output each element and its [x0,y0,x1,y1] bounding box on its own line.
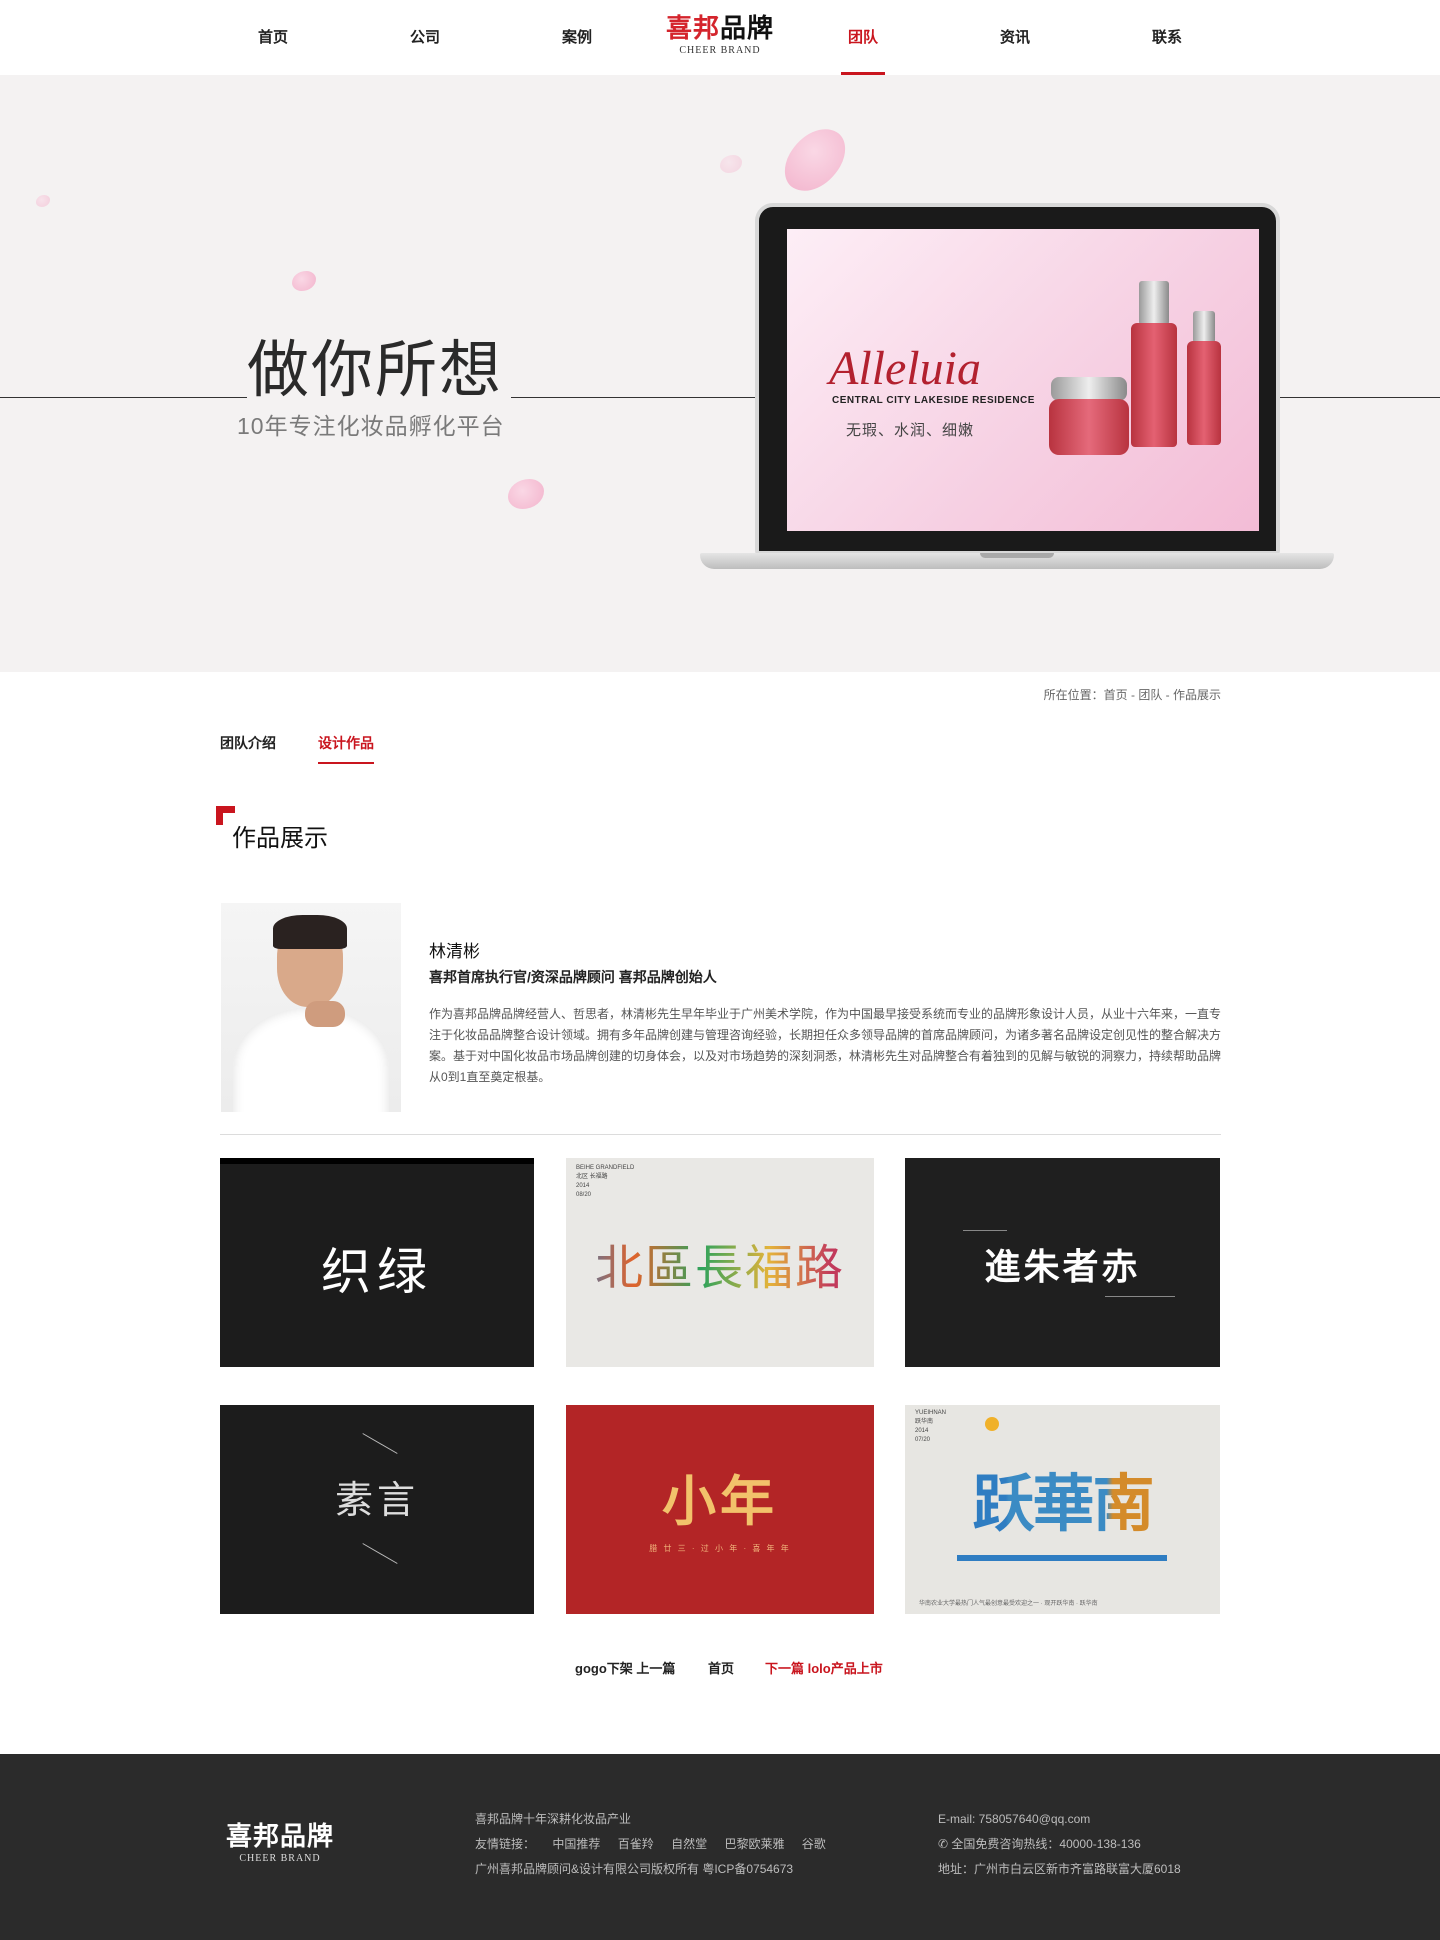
friend-links-label: 友情链接： [475,1837,536,1851]
laptop-notch-graphic [980,553,1054,558]
bottle-graphic [1187,341,1221,445]
petal-graphic [36,195,50,207]
section-divider [220,1134,1221,1135]
footer-hotline-text: 全国免费咨询热线：40000-138-136 [951,1837,1141,1851]
profile-name: 林清彬 [429,942,480,961]
friend-link[interactable]: 自然堂 [671,1837,707,1851]
work-title: 北區長福路 [566,1228,874,1298]
work-thumbnail[interactable]: 素言 [220,1405,534,1614]
work-title: 小年 [662,1472,778,1532]
nav-item-contact[interactable]: 联系 [1107,0,1227,75]
tab-design-works[interactable]: 设计作品 [318,733,374,764]
work-corner-text: YUEIHNAN 跃华南 2014 07/20 [915,1410,947,1443]
nav-item-team[interactable]: 团队 [803,0,923,75]
screen-slogan: 无瑕、水润、细嫩 [846,422,975,439]
footer-logo-wordmark: 喜邦品牌 [225,1822,335,1852]
work-subtitle: 腊 廿 三 · 过 小 年 · 喜 年 年 [649,1544,791,1553]
petal-graphic [720,155,742,173]
sun-icon [985,1417,999,1431]
friend-link[interactable]: 中国推荐 [552,1837,600,1851]
bottle-cap-graphic [1139,281,1169,325]
work-title: 织绿 [321,1243,433,1301]
banner-subheadline: 10年专注化妆品孵化平台 [237,413,505,439]
work-thumbnail[interactable]: 小年 腊 廿 三 · 过 小 年 · 喜 年 年 [566,1405,874,1614]
jar-graphic [1049,399,1129,455]
work-deco-bar [957,1555,1167,1561]
footer-copyright: 广州喜邦品牌顾问&设计有限公司版权所有 粤ICP备0754673 [475,1862,794,1876]
footer-logo-tagline: CHEER BRAND [239,1853,321,1864]
next-article-link[interactable]: 下一篇 lolo产品上市 [765,1658,883,1677]
nav-item-news[interactable]: 资讯 [955,0,1075,75]
footer-address: 地址：广州市白云区新市齐富路联富大厦6018 [938,1862,1181,1876]
work-title: 素言 [334,1478,419,1522]
hero-banner: 做你所想 10年专注化妆品孵化平台 Alleluia CENTRAL CITY … [0,75,1440,672]
work-thumbnail[interactable]: 织绿 [220,1158,534,1367]
petal-graphic [508,479,544,509]
site-header: 首页 公司 案例 喜邦品牌 CHEER BRAND 团队 资讯 联系 [0,0,1440,75]
work-deco-line [963,1230,1007,1231]
footer-email: E-mail: 758057640@qq.com [938,1812,1091,1826]
friend-link[interactable]: 巴黎欧莱雅 [724,1837,784,1851]
screen-brand-sub: CENTRAL CITY LAKESIDE RESIDENCE [832,395,1035,406]
work-caption: 华南农业大学最热门人气最创意最受欢迎之一 · 观开跃华南 · 跃华南 [919,1601,1098,1607]
work-title: 跃華南 [905,1453,1220,1543]
banner-headline: 做你所想 [247,333,512,407]
logo-tagline: CHEER BRAND [679,45,761,56]
profile-photo [221,903,401,1112]
logo-wordmark: 喜邦品牌 [665,14,775,44]
site-logo[interactable]: 喜邦品牌 CHEER BRAND [654,14,786,62]
friend-link[interactable]: 百雀羚 [618,1837,654,1851]
profile-role: 喜邦首席执行官/资深品牌顾问 喜邦品牌创始人 [429,969,717,985]
laptop-screen: Alleluia CENTRAL CITY LAKESIDE RESIDENCE… [787,229,1259,531]
work-deco-line [362,1433,398,1454]
bottle-graphic [1131,323,1177,447]
profile-description: 作为喜邦品牌品牌经营人、哲思者，林清彬先生早年毕业于广州美术学院，作为中国最早接… [429,1007,1222,1084]
section-title: 作品展示 [232,825,328,852]
work-thumbnail[interactable]: 進朱者赤 [905,1158,1220,1367]
footer-hotline: ✆ 全国免费咨询热线：40000-138-136 [938,1835,1141,1853]
work-corner-text: BEIHE GRANDFIELD 北区 长福路 2014 08/20 [576,1165,635,1198]
prev-article-link[interactable]: gogo下架 上一篇 [575,1658,675,1677]
friend-link[interactable]: 谷歌 [802,1837,826,1851]
pager-home-link[interactable]: 首页 [708,1658,734,1677]
nav-item-cases[interactable]: 案例 [517,0,637,75]
work-thumbnail[interactable]: BEIHE GRANDFIELD 北区 长福路 2014 08/20 北區長福路 [566,1158,874,1367]
phone-icon: ✆ [938,1837,952,1851]
nav-item-home[interactable]: 首页 [213,0,333,75]
work-deco-line [362,1543,398,1564]
photo-hair [273,915,347,949]
work-title: 進朱者赤 [984,1246,1141,1288]
petal-graphic [292,271,316,291]
footer-logo[interactable]: 喜邦品牌 CHEER BRAND [220,1822,340,1866]
footer-friend-links: 友情链接： 中国推荐 百雀羚 自然堂 巴黎欧莱雅 谷歌 [475,1835,840,1853]
nav-item-company[interactable]: 公司 [365,0,485,75]
bottle-cap-graphic [1193,311,1215,343]
photo-hand [305,1001,345,1027]
site-footer: 喜邦品牌 CHEER BRAND 喜邦品牌十年深耕化妆品产业 友情链接： 中国推… [0,1754,1440,1940]
work-deco-line [1105,1296,1175,1297]
screen-brand: Alleluia [829,342,981,395]
petal-graphic [775,117,855,203]
tab-team-intro[interactable]: 团队介绍 [220,733,276,762]
jar-lid-graphic [1051,377,1127,401]
work-thumbnail[interactable]: YUEIHNAN 跃华南 2014 07/20 跃華南 华南农业大学最热门人气最… [905,1405,1220,1614]
breadcrumb: 所在位置：首页 - 团队 - 作品展示 [1043,688,1221,702]
footer-tagline: 喜邦品牌十年深耕化妆品产业 [475,1812,632,1826]
